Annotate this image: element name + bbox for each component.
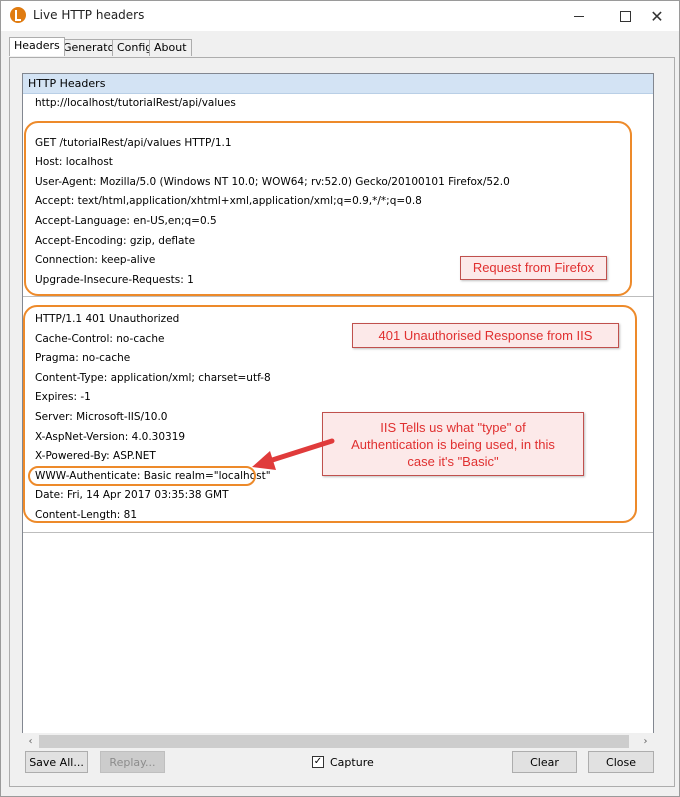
close-window-button[interactable]: ✕ — [634, 1, 680, 31]
replay-button[interactable]: Replay... — [100, 751, 165, 773]
scroll-left-icon[interactable]: ‹ — [22, 733, 39, 750]
clear-button[interactable]: Clear — [512, 751, 577, 773]
auth-note-line: case it's "Basic" — [407, 454, 499, 469]
auth-note-line: IIS Tells us what "type" of — [380, 420, 526, 435]
minimize-button[interactable] — [556, 1, 602, 31]
auth-header-highlight-oval — [28, 466, 256, 486]
capture-checkbox[interactable]: ✓ — [312, 756, 324, 768]
maximize-icon — [619, 10, 631, 22]
annotation-arrow — [252, 438, 335, 470]
window-title: Live HTTP headers — [33, 8, 145, 22]
list-header: HTTP Headers — [23, 74, 653, 94]
response-annotation-label: 401 Unauthorised Response from IIS — [352, 323, 619, 348]
title-bar: Live HTTP headers ✕ — [1, 1, 679, 31]
scroll-thumb[interactable] — [39, 735, 629, 748]
app-icon — [10, 7, 26, 23]
request-annotation-label: Request from Firefox — [460, 256, 607, 280]
request-separator — [23, 296, 653, 297]
scroll-right-icon[interactable]: › — [637, 733, 654, 750]
tab-about[interactable]: About — [149, 39, 192, 56]
auth-annotation-note: IIS Tells us what "type" of Authenticati… — [322, 412, 584, 476]
response-separator — [23, 532, 653, 533]
save-all-button[interactable]: Save All... — [25, 751, 88, 773]
arrow-shaft — [263, 438, 335, 465]
tab-headers[interactable]: Headers — [9, 37, 65, 56]
close-icon: ✕ — [650, 6, 664, 26]
minimize-icon — [574, 15, 584, 17]
close-button[interactable]: Close — [588, 751, 654, 773]
arrow-head — [252, 451, 276, 470]
horizontal-scrollbar[interactable]: ‹ › — [22, 733, 654, 750]
capture-label: Capture — [330, 756, 374, 769]
request-url[interactable]: http://localhost/tutorialRest/api/values — [35, 96, 236, 110]
auth-note-line: Authentication is being used, in this — [351, 437, 555, 452]
